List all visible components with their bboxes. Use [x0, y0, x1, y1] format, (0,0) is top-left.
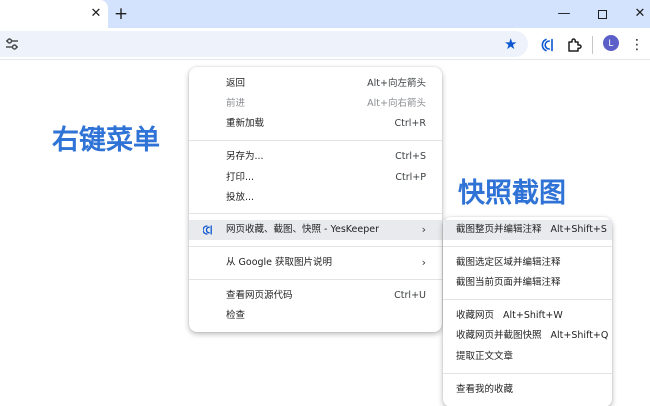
window-close-icon[interactable]: ✕: [631, 5, 649, 23]
menu-item-forward: 前进 Alt+向右箭头: [189, 94, 442, 114]
menu-item-label: 投放...: [226, 192, 255, 203]
submenu-item-capture-visible[interactable]: 截图当前页面并编辑注释: [443, 273, 612, 293]
menu-item-label: 查看网页源代码: [226, 290, 293, 301]
menu-item-shortcut: Ctrl+P: [395, 172, 426, 183]
site-settings-icon[interactable]: [5, 37, 19, 51]
submenu-item-label: 提取正文文章: [456, 351, 514, 362]
menu-item-label: 另存为...: [226, 151, 264, 162]
menu-item-yeskeeper[interactable]: 网页收藏、截图、快照 - YesKeeper ›: [189, 220, 442, 240]
context-menu: 返回 Alt+向左箭头 前进 Alt+向右箭头 重新加载 Ctrl+R 另存为.…: [189, 67, 442, 332]
menu-item-print[interactable]: 打印... Ctrl+P: [189, 168, 442, 188]
submenu-item-capture-selection[interactable]: 截图选定区域并编辑注释: [443, 253, 612, 273]
extensions-puzzle-icon[interactable]: [565, 36, 583, 54]
toolbar-divider: [592, 36, 593, 54]
menu-item-shortcut: Ctrl+U: [394, 290, 426, 301]
menu-item-back[interactable]: 返回 Alt+向左箭头: [189, 74, 442, 94]
yeskeeper-icon: [203, 225, 212, 235]
menu-item-reload[interactable]: 重新加载 Ctrl+R: [189, 114, 442, 134]
submenu-label-text: 截图整页并编辑注释: [456, 224, 542, 235]
submenu-label-text: 收藏网页并截图快照: [456, 330, 542, 341]
yeskeeper-submenu: 截图整页并编辑注释 Alt+Shift+S 截图选定区域并编辑注释 截图当前页面并…: [443, 217, 612, 406]
menu-item-inspect[interactable]: 检查: [189, 306, 442, 326]
menu-separator: [443, 246, 612, 247]
submenu-item-label: 截图当前页面并编辑注释: [456, 277, 561, 288]
menu-item-label: 重新加载: [226, 118, 265, 129]
menu-item-label: 前进: [226, 98, 246, 109]
submenu-label-text: 收藏网页: [456, 310, 495, 321]
menu-item-label: 返回: [226, 78, 246, 89]
menu-item-google-image-description[interactable]: 从 Google 获取图片说明 ›: [189, 253, 442, 273]
submenu-item-shortcut: Alt+Shift+W: [503, 310, 563, 321]
heading-snapshot-screenshot: 快照截图: [458, 178, 566, 209]
menu-item-shortcut: Alt+向右箭头: [367, 98, 426, 109]
submenu-item-view-bookmarks[interactable]: 查看我的收藏: [443, 380, 612, 400]
more-menu-icon[interactable]: ⋮: [630, 36, 644, 54]
submenu-item-shortcut: Alt+Shift+S: [550, 224, 607, 235]
menu-item-shortcut: Alt+向左箭头: [367, 78, 426, 89]
menu-item-label: 检查: [226, 310, 246, 321]
chevron-right-icon: ›: [421, 256, 426, 269]
tab-strip: ✕ + — ✕: [0, 0, 650, 28]
heading-right-click-menu: 右键菜单: [52, 125, 160, 156]
menu-item-save-as[interactable]: 另存为... Ctrl+S: [189, 147, 442, 167]
menu-item-shortcut: Ctrl+S: [395, 151, 426, 162]
address-bar[interactable]: ★: [0, 31, 528, 57]
submenu-item-label: 收藏网页并截图快照 Alt+Shift+Q: [456, 326, 608, 346]
chevron-right-icon: ›: [421, 223, 426, 236]
menu-item-cast[interactable]: 投放...: [189, 188, 442, 208]
menu-item-label: 网页收藏、截图、快照 - YesKeeper: [226, 224, 380, 235]
menu-item-label: 从 Google 获取图片说明: [226, 257, 333, 268]
new-tab-icon[interactable]: +: [112, 5, 130, 23]
menu-separator: [443, 299, 612, 300]
window-minimize-icon[interactable]: —: [555, 5, 573, 23]
tab-close-icon[interactable]: ✕: [88, 6, 104, 22]
menu-item-shortcut: Ctrl+R: [394, 118, 426, 129]
window-maximize-icon[interactable]: [593, 5, 611, 23]
yeskeeper-extension-icon[interactable]: [540, 36, 558, 54]
submenu-item-shortcut: Alt+Shift+Q: [550, 330, 609, 341]
menu-separator: [189, 246, 442, 247]
submenu-item-label: 截图整页并编辑注释 Alt+Shift+S: [456, 220, 607, 240]
menu-separator: [443, 373, 612, 374]
menu-item-label: 打印...: [226, 172, 255, 183]
active-tab[interactable]: ✕: [0, 0, 108, 28]
submenu-item-capture-full-page[interactable]: 截图整页并编辑注释 Alt+Shift+S: [443, 220, 612, 240]
submenu-item-label: 查看我的收藏: [456, 384, 514, 395]
menu-separator: [189, 279, 442, 280]
submenu-item-label: 截图选定区域并编辑注释: [456, 257, 561, 268]
menu-separator: [189, 213, 442, 214]
submenu-item-extract-article[interactable]: 提取正文文章: [443, 347, 612, 367]
bookmark-star-icon[interactable]: ★: [504, 35, 517, 53]
submenu-item-bookmark-page[interactable]: 收藏网页 Alt+Shift+W: [443, 306, 612, 326]
submenu-item-label: 收藏网页 Alt+Shift+W: [456, 306, 563, 326]
menu-item-view-source[interactable]: 查看网页源代码 Ctrl+U: [189, 286, 442, 306]
submenu-item-bookmark-and-snapshot[interactable]: 收藏网页并截图快照 Alt+Shift+Q: [443, 326, 612, 346]
menu-separator: [189, 140, 442, 141]
profile-avatar[interactable]: L: [603, 35, 619, 51]
